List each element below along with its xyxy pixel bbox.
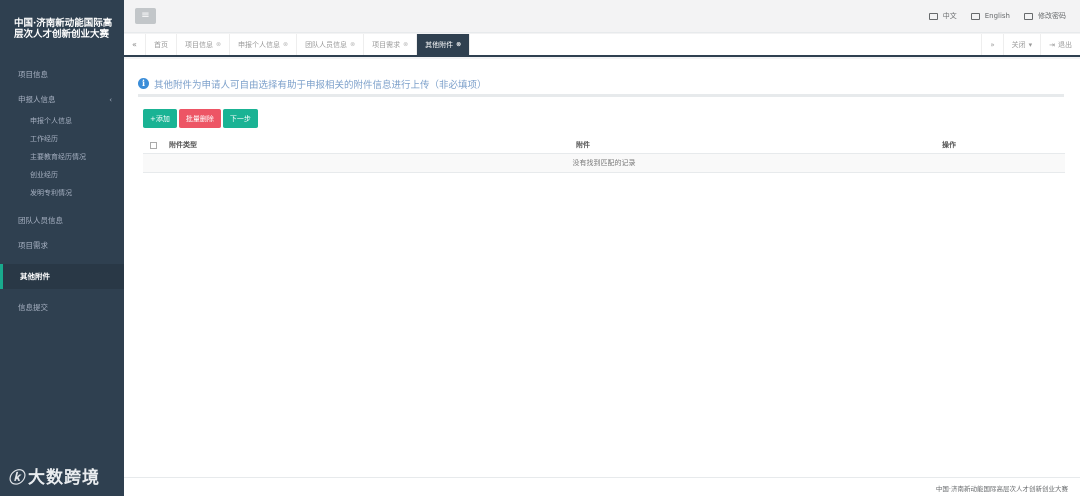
column-header-actions: 操作 — [942, 141, 956, 149]
close-icon[interactable]: ⊗ — [350, 41, 355, 48]
chevron-left-icon: ‹ — [109, 95, 112, 104]
toolbar: +添加 批量删除 下一步 — [143, 109, 258, 128]
main-content: i 其他附件为申请人可自由选择有助于申报相关的附件信息进行上传（非必填项） +添… — [124, 59, 1080, 477]
select-all-checkbox[interactable] — [143, 141, 163, 149]
lang-chinese-label: 中文 — [942, 12, 957, 20]
checkbox-box[interactable] — [149, 141, 157, 149]
lang-chinese-link[interactable]: 中文 — [928, 11, 957, 21]
close-icon[interactable]: ⊗ — [403, 41, 408, 48]
sidebar-subitem-patents[interactable]: 发明专利情况 — [0, 184, 124, 202]
sidebar-item-submit-info[interactable]: 信息提交 — [0, 295, 124, 320]
tab-label: 项目信息 — [185, 40, 213, 49]
watermark-logo-icon: ⓚ — [8, 467, 25, 487]
brand-line-1: 中国·济南新动能国际高 — [14, 18, 113, 29]
tab-bar: « 首页 项目信息 ⊗ 申报个人信息 ⊗ 团队人员信息 ⊗ 项目需求 ⊗ 其他附… — [124, 34, 1080, 57]
sidebar-item-other-attachments[interactable]: 其他附件 — [0, 264, 124, 289]
tab-home[interactable]: 首页 — [146, 34, 177, 55]
sidebar-subitem-personal-info[interactable]: 申报个人信息 — [0, 112, 124, 130]
column-header-type: 附件类型 — [169, 141, 197, 149]
empty-message: 没有找到匹配的记录 — [143, 154, 1065, 173]
tab-personal-info[interactable]: 申报个人信息 ⊗ — [230, 34, 298, 55]
tab-actions: » 关闭 ▾ ⇥ 退出 — [981, 34, 1080, 55]
sidebar-subitem-work-experience[interactable]: 工作经历 — [0, 130, 124, 148]
lang-english-label: English — [984, 12, 1010, 20]
lang-english-link[interactable]: English — [970, 11, 1010, 21]
tab-team-info[interactable]: 团队人员信息 ⊗ — [297, 34, 365, 55]
brand-line-2: 层次人才创新创业大赛 — [14, 29, 110, 40]
attachments-table: 附件类型 附件 操作 没有找到匹配的记录 — [143, 137, 1065, 173]
column-header-file: 附件 — [576, 141, 590, 149]
tab-label: 首页 — [154, 40, 168, 49]
footer: 中国·济南新动能国际高层次人才创新创业大赛 — [124, 477, 1080, 496]
brand-title: 中国·济南新动能国际高 层次人才创新创业大赛 — [0, 0, 124, 62]
tab-project-info[interactable]: 项目信息 ⊗ — [177, 34, 231, 55]
sidebar-item-label: 其他附件 — [20, 272, 50, 281]
notice-banner: i 其他附件为申请人可自由选择有助于申报相关的附件信息进行上传（非必填项） — [138, 73, 1064, 97]
sidebar-item-label: 项目需求 — [18, 241, 48, 250]
tab-project-needs[interactable]: 项目需求 ⊗ — [364, 34, 418, 55]
flag-icon — [970, 12, 980, 20]
watermark-text: 大数跨境 — [28, 468, 101, 488]
tab-scroll-left-button[interactable]: « — [124, 34, 146, 55]
top-links: 中文 English 修改密码 — [928, 11, 1066, 21]
sidebar-item-label: 项目信息 — [18, 70, 48, 79]
logout-label: 退出 — [1058, 40, 1072, 49]
change-password-label: 修改密码 — [1038, 12, 1066, 20]
tab-label: 团队人员信息 — [305, 40, 348, 49]
next-step-button[interactable]: 下一步 — [222, 109, 258, 128]
tab-label: 其他附件 — [425, 40, 454, 49]
sidebar-subitem-startup-experience[interactable]: 创业经历 — [0, 166, 124, 184]
watermark: ⓚ 大数跨境 — [8, 463, 101, 489]
sidebar-item-label: 申报人信息 — [18, 95, 56, 104]
close-tabs-dropdown[interactable]: 关闭 ▾ — [1002, 34, 1041, 55]
tabs: 首页 项目信息 ⊗ 申报个人信息 ⊗ 团队人员信息 ⊗ 项目需求 ⊗ 其他附件 … — [146, 34, 981, 55]
close-icon[interactable]: ⊗ — [456, 41, 461, 48]
sidebar-item-project-info[interactable]: 项目信息 — [0, 62, 124, 87]
change-password-link[interactable]: 修改密码 — [1024, 11, 1066, 21]
logout-icon: ⇥ — [1049, 40, 1055, 49]
sidebar-item-label: 团队人员信息 — [18, 216, 63, 225]
tab-scroll-right-button[interactable]: » — [981, 34, 1002, 55]
caret-down-icon: ▾ — [1028, 40, 1033, 49]
sidebar: 中国·济南新动能国际高 层次人才创新创业大赛 项目信息 申报人信息 ‹ 申报个人… — [0, 0, 124, 496]
password-icon — [1024, 12, 1033, 20]
sidebar-subitem-education[interactable]: 主要教育经历情况 — [0, 148, 124, 166]
menu-toggle-button[interactable]: ≡ — [135, 8, 156, 24]
sidebar-item-team-info[interactable]: 团队人员信息 — [0, 208, 124, 233]
sidebar-item-applicant-info[interactable]: 申报人信息 ‹ — [0, 87, 124, 112]
footer-text: 中国·济南新动能国际高层次人才创新创业大赛 — [935, 485, 1068, 493]
tab-label: 项目需求 — [372, 40, 401, 49]
sidebar-item-label: 信息提交 — [18, 303, 48, 312]
tab-other-attachments[interactable]: 其他附件 ⊗ — [417, 34, 471, 55]
logout-button[interactable]: ⇥ 退出 — [1040, 34, 1080, 55]
add-button[interactable]: +添加 — [143, 109, 177, 128]
tab-label: 申报个人信息 — [238, 40, 281, 49]
close-icon[interactable]: ⊗ — [216, 41, 221, 48]
flag-icon — [928, 12, 938, 20]
close-icon[interactable]: ⊗ — [283, 41, 288, 48]
close-tabs-label: 关闭 — [1011, 40, 1026, 49]
sidebar-item-project-needs[interactable]: 项目需求 — [0, 233, 124, 258]
info-icon: i — [138, 78, 149, 89]
notice-text: 其他附件为申请人可自由选择有助于申报相关的附件信息进行上传（非必填项） — [154, 79, 487, 91]
table-header: 附件类型 附件 操作 — [143, 137, 1065, 154]
batch-delete-button[interactable]: 批量删除 — [178, 109, 221, 128]
topbar: ≡ 中文 English 修改密码 — [124, 0, 1080, 33]
